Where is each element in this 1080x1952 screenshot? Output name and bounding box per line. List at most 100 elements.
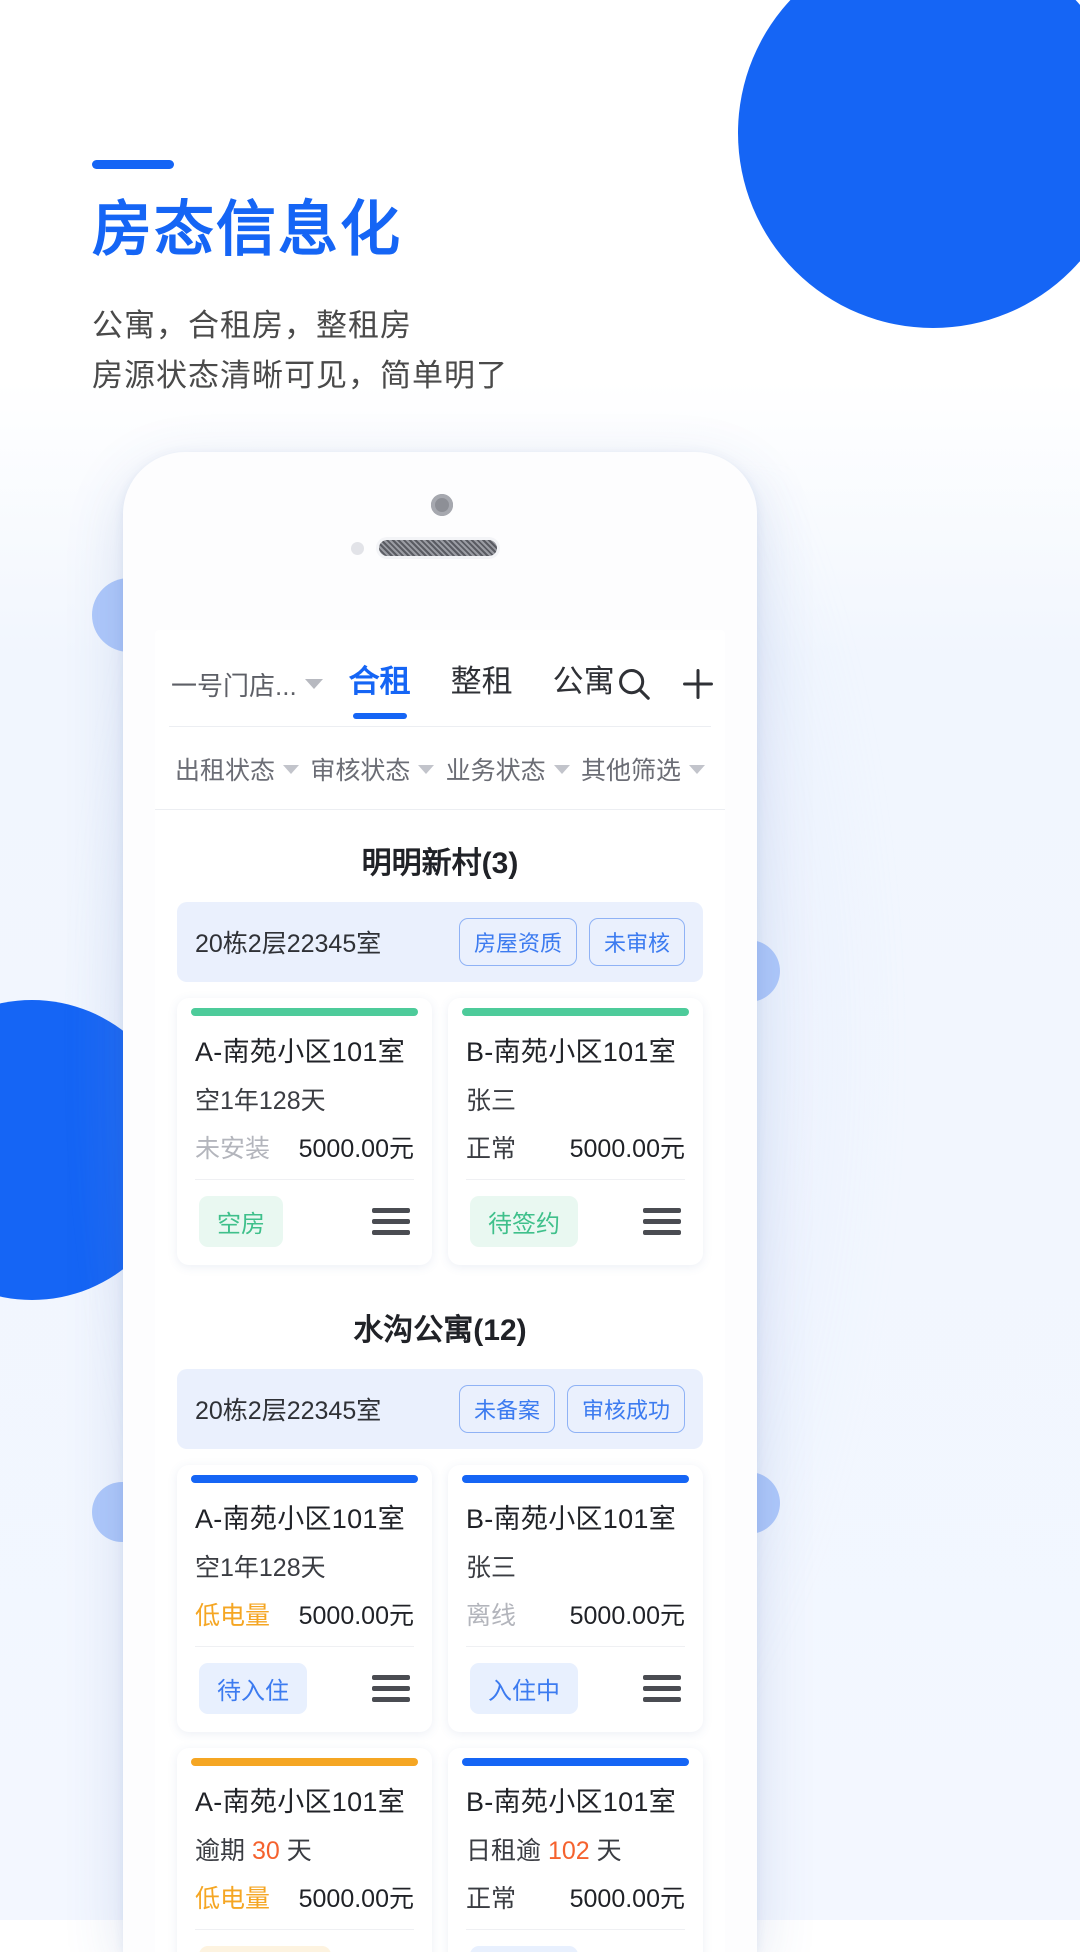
- device-status: 低电量: [195, 1885, 271, 1913]
- room-name: B-南苑小区101室: [466, 1787, 677, 1817]
- search-icon[interactable]: [615, 665, 653, 703]
- filter-audit-status[interactable]: 审核状态: [310, 751, 435, 787]
- room-card[interactable]: A-南苑小区101室 空1年128天 未安装 5000.00元 空房: [177, 998, 432, 1265]
- room-price: 5000.00元: [569, 1135, 685, 1163]
- card-status-strip: [191, 1475, 418, 1483]
- card-status-strip: [191, 1008, 418, 1016]
- card-footer: 入住中: [448, 1930, 703, 1952]
- filter-audit-status-label: 审核状态: [310, 757, 411, 785]
- card-footer: 入住中: [448, 1647, 703, 1732]
- device-status: 未安装: [195, 1135, 271, 1163]
- group-title: 水沟公寓(12): [353, 1314, 527, 1347]
- card-body: A-南苑小区101室 空1年128天 未安装 5000.00元: [177, 1016, 432, 1165]
- hero-subtitle: 公寓，合租房，整租房 房源状态清晰可见，简单明了: [92, 301, 508, 401]
- accent-rule: [92, 160, 174, 169]
- room-price: 5000.00元: [298, 1602, 414, 1630]
- plus-icon[interactable]: [679, 665, 717, 703]
- room-list[interactable]: 明明新村(3) 20栋2层22345室 房屋资质 未审核 A-南苑小区101室 …: [155, 810, 725, 1952]
- card-footer: 空房: [177, 1180, 432, 1265]
- store-selector[interactable]: 一号门店...: [171, 666, 323, 703]
- card-row: A-南苑小区101室 空1年128天 未安装 5000.00元 空房 B-南苑小…: [155, 982, 725, 1265]
- group-address-text: 20栋2层22345室: [195, 1397, 382, 1425]
- card-footer: 待入住: [177, 1647, 432, 1732]
- tenant-name-text: 张三: [466, 1554, 517, 1582]
- room-name: A-南苑小区101室: [195, 1037, 406, 1067]
- hero-subtitle-line1: 公寓，合租房，整租房: [92, 308, 412, 343]
- filter-rent-status-label: 出租状态: [175, 757, 276, 785]
- tab-hezu[interactable]: 合租: [349, 656, 411, 713]
- room-card[interactable]: A-南苑小区101室 空1年128天 低电量 5000.00元 待入住: [177, 1465, 432, 1732]
- room-card[interactable]: B-南苑小区101室 张三 离线 5000.00元 入住中: [448, 1465, 703, 1732]
- app-screen: 一号门店... 合租 整租 公寓 出租状态 审核状态 业务状态 其他筛选 明明新…: [155, 630, 725, 1952]
- room-name: B-南苑小区101室: [466, 1504, 677, 1534]
- page-title: 房态信息化: [92, 196, 402, 263]
- room-price: 5000.00元: [298, 1135, 414, 1163]
- filter-business-status-label: 业务状态: [445, 757, 546, 785]
- camera-icon: [431, 494, 453, 516]
- tenant-name: 张三: [466, 1081, 685, 1117]
- card-body: B-南苑小区101室 日租逾 102 天 正常 5000.00元: [448, 1766, 703, 1915]
- group-title: 明明新村(3): [361, 847, 519, 880]
- chevron-down-icon: [553, 764, 570, 774]
- overdue-prefix: 逾期: [195, 1837, 252, 1865]
- filter-other-label: 其他筛选: [580, 757, 681, 785]
- room-name: B-南苑小区101室: [466, 1037, 677, 1067]
- room-card[interactable]: B-南苑小区101室 张三 正常 5000.00元 待签约: [448, 998, 703, 1265]
- menu-icon[interactable]: [643, 1675, 681, 1702]
- card-body: B-南苑小区101室 张三 离线 5000.00元: [448, 1483, 703, 1632]
- status-badge: 租约到期: [199, 1946, 331, 1952]
- group-tag-list: 未备案 审核成功: [458, 1385, 685, 1433]
- status-badge: 空房: [199, 1196, 283, 1247]
- group-address-bar[interactable]: 20栋2层22345室 未备案 审核成功: [177, 1369, 703, 1449]
- tenant-name-text: 张三: [466, 1087, 517, 1115]
- group-address-bar[interactable]: 20栋2层22345室 房屋资质 未审核: [177, 902, 703, 982]
- card-body: A-南苑小区101室 空1年128天 低电量 5000.00元: [177, 1483, 432, 1632]
- filter-other[interactable]: 其他筛选: [581, 751, 705, 787]
- overdue-suffix: 天: [279, 1837, 312, 1865]
- tab-gongyu[interactable]: 公寓: [553, 656, 615, 713]
- card-status-strip: [191, 1758, 418, 1766]
- card-footer: 租约到期: [177, 1930, 432, 1952]
- overdue-info: 逾期 30 天: [195, 1831, 414, 1867]
- speaker-grille: [379, 540, 497, 556]
- menu-icon[interactable]: [372, 1208, 410, 1235]
- room-duration-prefix: 空1年128天: [195, 1554, 326, 1582]
- tenant-name: 张三: [466, 1548, 685, 1584]
- overdue-suffix: 天: [589, 1837, 622, 1865]
- sensor-icon: [351, 542, 364, 555]
- overdue-days: 102: [547, 1837, 590, 1865]
- card-status-strip: [462, 1008, 689, 1016]
- card-status-strip: [462, 1758, 689, 1766]
- filter-business-status[interactable]: 业务状态: [446, 751, 570, 787]
- phone-mockup: 一号门店... 合租 整租 公寓 出租状态 审核状态 业务状态 其他筛选 明明新…: [123, 452, 757, 1952]
- room-meta: 低电量 5000.00元: [195, 1879, 414, 1915]
- status-badge: 房屋资质: [458, 918, 577, 966]
- header-actions: [615, 665, 721, 703]
- card-row: A-南苑小区101室 空1年128天 低电量 5000.00元 待入住 B-南苑…: [155, 1449, 725, 1732]
- status-badge: 待签约: [470, 1196, 578, 1247]
- room-duration: 空1年128天: [195, 1548, 414, 1584]
- device-status: 低电量: [195, 1602, 271, 1630]
- chevron-down-icon: [418, 764, 435, 774]
- group-address-text: 20栋2层22345室: [195, 930, 382, 958]
- room-name: A-南苑小区101室: [195, 1504, 406, 1534]
- decor-circle-top-right: [738, 0, 1080, 328]
- hero-subtitle-line2: 房源状态清晰可见，简单明了: [92, 358, 508, 394]
- room-meta: 离线 5000.00元: [466, 1596, 685, 1632]
- app-header: 一号门店... 合租 整租 公寓: [155, 630, 725, 716]
- tab-zhengzu[interactable]: 整租: [451, 656, 513, 713]
- status-badge: 入住中: [470, 1946, 578, 1952]
- status-badge: 审核成功: [566, 1385, 685, 1433]
- status-badge: 待入住: [199, 1663, 307, 1714]
- room-price: 5000.00元: [569, 1602, 685, 1630]
- store-selector-label: 一号门店...: [171, 670, 297, 701]
- menu-icon[interactable]: [643, 1208, 681, 1235]
- room-card[interactable]: B-南苑小区101室 日租逾 102 天 正常 5000.00元 入住中: [448, 1748, 703, 1952]
- phone-top-bezel: [123, 452, 757, 630]
- menu-icon[interactable]: [372, 1675, 410, 1702]
- chevron-down-icon: [283, 764, 300, 774]
- card-body: B-南苑小区101室 张三 正常 5000.00元: [448, 1016, 703, 1165]
- room-card[interactable]: A-南苑小区101室 逾期 30 天 低电量 5000.00元 租约到期: [177, 1748, 432, 1952]
- room-duration: 空1年128天: [195, 1081, 414, 1117]
- filter-rent-status[interactable]: 出租状态: [175, 751, 300, 787]
